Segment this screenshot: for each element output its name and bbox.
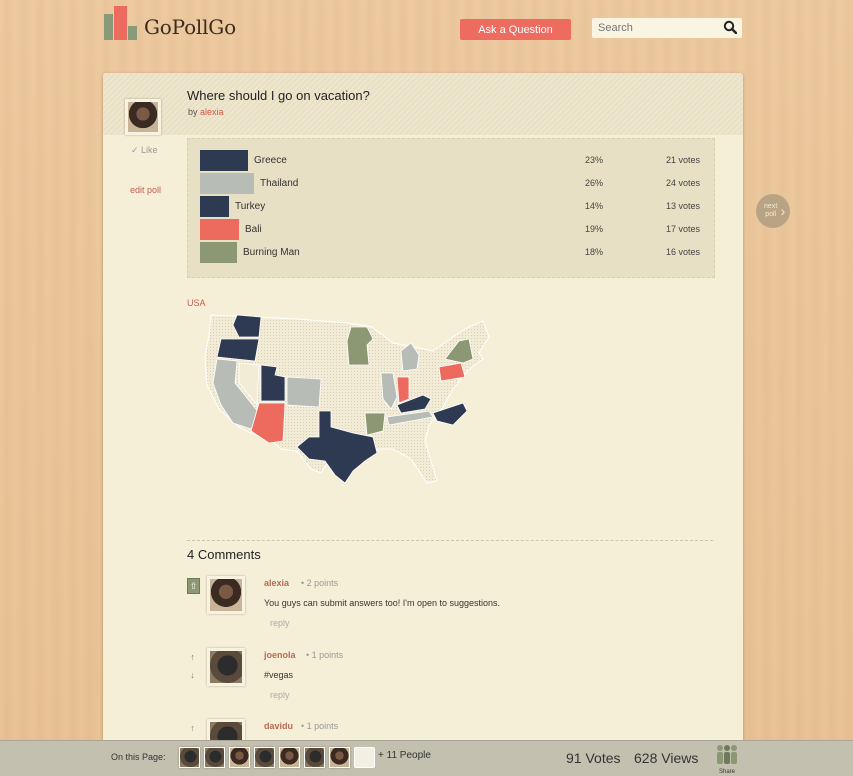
state-washington[interactable] [232,314,262,338]
option-bar [200,196,229,217]
poll-card: Where should I go on vacation? by alexia… [103,73,743,753]
next-poll-label: next poll [764,203,778,218]
option-label: Burning Man [243,247,300,258]
option-bar [200,173,254,194]
poll-title: Where should I go on vacation? [187,88,370,103]
author-avatar[interactable] [125,99,161,135]
logo-bars-icon [104,6,138,40]
state-indiana[interactable] [396,376,410,404]
viewer-avatar[interactable] [254,747,275,768]
option-percent: 19% [584,224,603,234]
option-row-bali[interactable]: Bali 19% 17 votes [188,219,714,240]
option-votes: 17 votes [665,224,700,234]
search-input[interactable] [592,18,724,38]
downvote-icon[interactable]: ↓ [187,668,198,682]
option-percent: 23% [584,155,603,165]
commenter-avatar[interactable] [207,576,245,614]
comment-points: • 2 points [301,578,339,588]
logo[interactable]: GoPollGo [104,6,236,40]
viewer-avatar[interactable] [329,747,350,768]
viewer-avatar[interactable] [204,747,225,768]
comment-item: ↑ ↓ joenola • 1 points #vegas reply [187,648,713,718]
share-label: Share [718,769,735,775]
option-votes: 21 votes [665,155,700,165]
reply-link[interactable]: reply [270,690,290,700]
comment-points: • 1 points [301,721,339,731]
more-people-count[interactable]: + 11 People [378,750,431,761]
on-page-label: On this Page: [111,752,166,762]
poll-results: Greece 23% 21 votes Thailand 26% 24 vote… [187,138,715,278]
option-percent: 14% [584,201,603,211]
option-votes: 16 votes [665,247,700,257]
option-votes: 13 votes [665,201,700,211]
option-row-turkey[interactable]: Turkey 14% 13 votes [188,196,714,217]
comment-author[interactable]: alexia [264,578,289,588]
option-label: Bali [245,224,262,235]
option-row-thailand[interactable]: Thailand 26% 24 votes [188,173,714,194]
state-colorado[interactable] [286,376,322,408]
commenter-avatar[interactable] [207,648,245,686]
comment-text: #vegas [264,670,294,680]
viewer-avatar[interactable] [179,747,200,768]
viewer-avatar[interactable] [229,747,250,768]
search-icon[interactable] [723,20,737,34]
chevron-right-icon: › [780,203,786,219]
viewer-avatar[interactable] [354,747,375,768]
total-votes: 91 Votes [566,750,621,766]
edit-poll-link[interactable]: edit poll [130,185,161,195]
viewer-avatar[interactable] [279,747,300,768]
option-votes: 24 votes [665,178,700,188]
comment-item: ⇧ alexia • 2 points You guys can submit … [187,576,713,646]
option-bar [200,242,237,263]
comment-author[interactable]: davidu [264,721,293,731]
poll-header [103,73,743,135]
share-button[interactable]: Share [714,744,740,775]
poll-author-link[interactable]: alexia [200,107,224,117]
upvote-icon[interactable]: ↑ [187,650,198,664]
comment-points: • 1 points [306,650,344,660]
comment-author[interactable]: joenola [264,650,296,660]
reply-link[interactable]: reply [270,618,290,628]
people-share-icon [717,745,737,764]
ask-question-button[interactable]: Ask a Question [460,19,571,40]
option-percent: 18% [584,247,603,257]
option-label: Greece [254,155,287,166]
viewer-avatar[interactable] [304,747,325,768]
option-row-greece[interactable]: Greece 23% 21 votes [188,150,714,171]
option-bar [200,219,239,240]
comment-text: You guys can submit answers too! I'm ope… [264,598,501,608]
comments-title: 4 Comments [187,547,261,562]
option-label: Thailand [260,178,299,189]
upvote-icon[interactable]: ⇧ [187,578,200,594]
map-label: USA [187,298,206,308]
logo-text: GoPollGo [144,15,236,39]
usa-map [204,314,490,484]
comments-divider [187,540,713,541]
option-row-burning-man[interactable]: Burning Man 18% 16 votes [188,242,714,263]
option-label: Turkey [235,201,266,212]
option-percent: 26% [584,178,603,188]
total-views: 628 Views [634,750,699,766]
upvote-icon[interactable]: ↑ [187,721,198,735]
next-poll-button[interactable]: next poll › [756,194,790,228]
option-bar [200,150,248,171]
poll-byline: by alexia [188,107,224,117]
bottom-bar: On this Page: + 11 People 91 Votes 628 V… [0,740,853,776]
search-box [592,18,742,38]
like-button[interactable]: ✓ Like [131,145,158,156]
state-oregon[interactable] [216,338,260,362]
by-label: by [188,107,198,117]
